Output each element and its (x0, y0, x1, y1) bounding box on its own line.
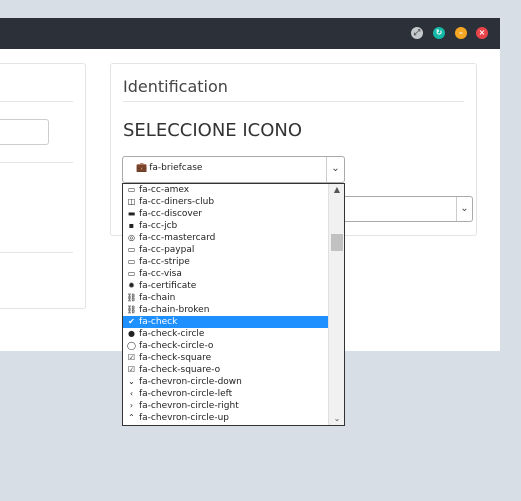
close-icon[interactable]: × (476, 27, 488, 39)
panel-title: Identification (123, 77, 228, 96)
divider (0, 101, 73, 102)
dropdown-option-label: fa-check-circle (139, 329, 205, 339)
dropdown-option-label: fa-cc-visa (139, 269, 182, 279)
dropdown-option-label: fa-check-square-o (139, 365, 221, 375)
chevron-down-icon[interactable]: ⌄ (326, 157, 344, 182)
dropdown-option[interactable]: ✹ fa-certificate (123, 280, 328, 292)
certificate-icon: ✹ (128, 281, 135, 290)
dropdown-option[interactable]: ▭ fa-cc-visa (123, 268, 328, 280)
dropdown-option[interactable]: ‹ fa-chevron-circle-left (123, 388, 328, 400)
dropdown-option-label: fa-check-circle-o (139, 341, 214, 351)
dropdown-option[interactable]: › fa-chevron-circle-right (123, 400, 328, 412)
dropdown-option[interactable]: ✔ fa-check (123, 316, 328, 328)
dropdown-option[interactable]: ⌃ fa-chevron-circle-up (123, 412, 328, 424)
dropdown-option-label: fa-cc-discover (139, 209, 202, 219)
dropdown-option-label: fa-cc-jcb (139, 221, 178, 231)
chain-icon: ⛓ (126, 293, 137, 302)
chevron-down-icon[interactable]: ⌄ (456, 197, 472, 221)
dropdown-option[interactable]: ▭ fa-cc-stripe (123, 256, 328, 268)
refresh-icon[interactable]: ↻ (433, 27, 445, 39)
dropdown-option[interactable]: ▭ fa-cc-amex (123, 184, 328, 196)
dropdown-option-label: fa-chain (139, 293, 176, 303)
dropdown-option[interactable]: ⛓ fa-chain-broken (123, 304, 328, 316)
dropdown-option-label: fa-chevron-circle-up (139, 413, 230, 423)
chevron-circle-right-icon: › (129, 401, 134, 410)
dropdown-option-label: fa-check (139, 317, 178, 327)
dropdown-option[interactable]: ☑ fa-check-square (123, 352, 328, 364)
cc-jcb-icon: ▪ (128, 221, 135, 230)
dropdown-options: ▭ fa-cc-amex ◫ fa-cc-diners-club ▬ fa-cc-disc… (123, 184, 328, 424)
dropdown-option[interactable]: ◯ fa-check-circle-o (123, 340, 328, 352)
divider (123, 101, 464, 102)
divider (0, 252, 73, 253)
dropdown-option[interactable]: ⛓ fa-chain (123, 292, 328, 304)
dropdown-option-label: fa-cc-diners-club (139, 197, 215, 207)
dropdown-option[interactable]: ◎ fa-cc-mastercard (123, 232, 328, 244)
minimize-icon[interactable]: – (455, 27, 467, 39)
text-input[interactable] (0, 119, 49, 145)
check-icon: ✔ (128, 317, 135, 326)
scrollbar-thumb[interactable] (331, 234, 343, 251)
check-square-o-icon: ☑ (127, 365, 136, 374)
left-panel (0, 63, 86, 309)
check-circle-o-icon: ◯ (127, 341, 136, 350)
dropdown-option-label: fa-cc-amex (139, 185, 190, 195)
second-select[interactable]: ⌄ (345, 196, 473, 222)
dropdown-option-label: fa-chevron-circle-down (139, 377, 242, 387)
briefcase-icon: 💼 (136, 163, 148, 173)
dropdown-option[interactable]: ● fa-check-circle (123, 328, 328, 340)
check-square-icon: ☑ (127, 353, 136, 362)
check-circle-icon: ● (128, 329, 135, 338)
window-titlebar: ⤢ ↻ – × (0, 18, 500, 49)
dropdown-option-label: fa-cc-stripe (139, 257, 190, 267)
dropdown-option-label: fa-chain-broken (139, 305, 210, 315)
chain-broken-icon: ⛓ (126, 305, 137, 314)
dropdown-option-label: fa-certificate (139, 281, 197, 291)
dropdown-option-label: fa-check-square (139, 353, 212, 363)
icon-dropdown-list[interactable]: ▭ fa-cc-amex ◫ fa-cc-diners-club ▬ fa-cc-disc… (122, 183, 345, 426)
dropdown-option[interactable]: ◫ fa-cc-diners-club (123, 196, 328, 208)
icon-select-label: fa-briefcase (149, 163, 203, 173)
chevron-circle-down-icon: ⌄ (128, 377, 135, 386)
cc-visa-icon: ▭ (127, 269, 136, 278)
icon-select-value: 💼 fa-briefcase (136, 163, 202, 173)
scroll-down-icon[interactable]: ⌄ (329, 413, 344, 425)
dropdown-option[interactable]: ☑ fa-check-square-o (123, 364, 328, 376)
dropdown-option[interactable]: ▬ fa-cc-discover (123, 208, 328, 220)
expand-icon[interactable]: ⤢ (411, 27, 423, 39)
divider (0, 162, 73, 163)
chevron-circle-left-icon: ‹ (129, 389, 134, 398)
dropdown-option-label: fa-cc-paypal (139, 245, 195, 255)
cc-paypal-icon: ▭ (127, 245, 136, 254)
dropdown-option-label: fa-cc-mastercard (139, 233, 216, 243)
scrollbar[interactable]: ▲ ⌄ (328, 184, 344, 425)
cc-discover-icon: ▬ (127, 209, 136, 218)
dropdown-option-label: fa-chevron-circle-left (139, 389, 233, 399)
scroll-up-icon[interactable]: ▲ (329, 184, 344, 196)
dropdown-option[interactable]: ▪ fa-cc-jcb (123, 220, 328, 232)
cc-amex-icon: ▭ (127, 185, 136, 194)
cc-mastercard-icon: ◎ (128, 233, 135, 242)
dropdown-option[interactable]: ⌄ fa-chevron-circle-down (123, 376, 328, 388)
chevron-circle-up-icon: ⌃ (128, 413, 135, 422)
dropdown-option-label: fa-chevron-circle-right (139, 401, 239, 411)
cc-diners-club-icon: ◫ (127, 197, 136, 206)
icon-select[interactable]: 💼 fa-briefcase ⌄ (122, 156, 345, 183)
section-title: SELECCIONE ICONO (123, 120, 303, 141)
dropdown-option[interactable]: ▭ fa-cc-paypal (123, 244, 328, 256)
cc-stripe-icon: ▭ (127, 257, 136, 266)
